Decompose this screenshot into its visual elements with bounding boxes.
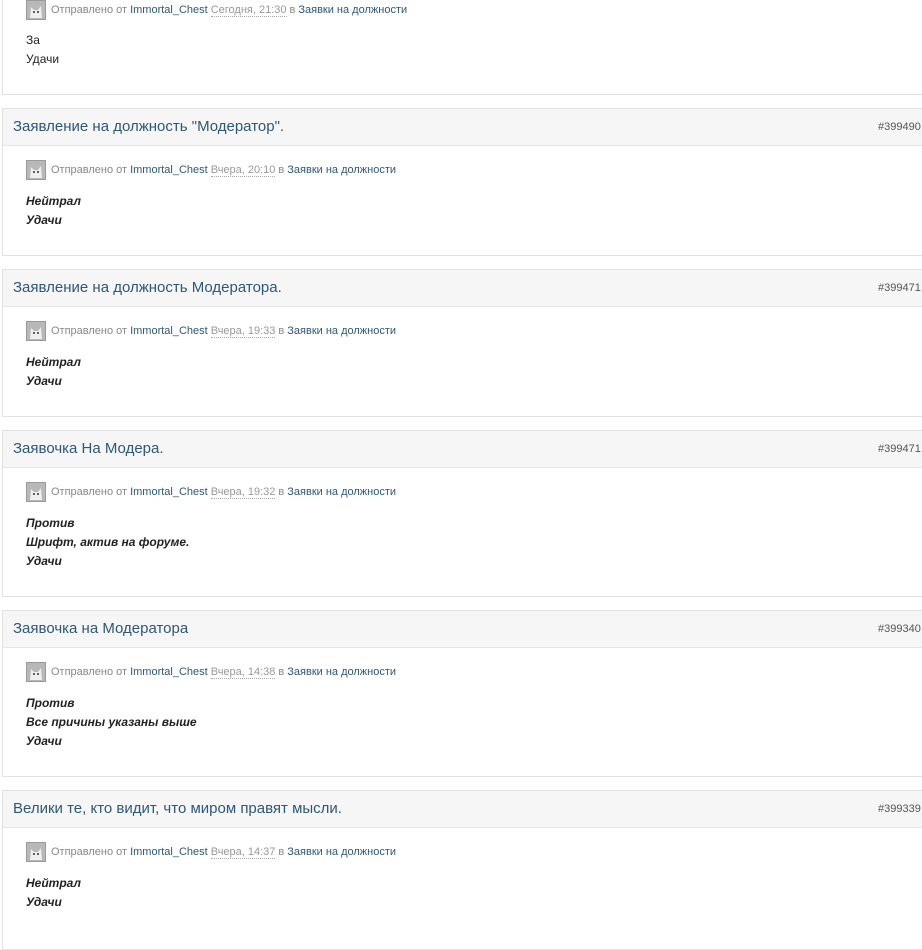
post-title-link[interactable]: Заявление на должность Модератора. — [13, 279, 282, 296]
in-label: в — [278, 486, 285, 498]
post-header: Заявление на должность "Модератор". #399… — [3, 109, 922, 146]
post-meta: Отправлено от Immortal_Chest Вчера, 20:1… — [26, 158, 396, 182]
avatar[interactable] — [26, 0, 46, 20]
post-date[interactable]: Вчера, 20:10 — [210, 164, 276, 177]
post-meta: Отправлено от Immortal_Chest Вчера, 14:3… — [26, 840, 396, 864]
author-link[interactable]: Immortal_Chest — [130, 846, 208, 858]
post-date[interactable]: Вчера, 19:33 — [210, 325, 276, 338]
post-line: Против — [26, 696, 75, 710]
post-line: Шрифт, актив на форуме. — [26, 535, 190, 549]
post-body: Против Все причины указаны выше Удачи — [26, 694, 197, 751]
post-id-link[interactable]: #399471 — [878, 282, 921, 294]
avatar[interactable] — [26, 842, 46, 862]
post-line: Нейтрал — [26, 194, 81, 208]
in-label: в — [278, 325, 285, 337]
post-header: Заявочка на Модератора #399340 — [3, 611, 922, 648]
post-body: Нейтрал Удачи — [26, 353, 81, 391]
post-id-link[interactable]: #399340 — [878, 623, 921, 635]
post-line: Удачи — [26, 52, 60, 66]
post-card: Заявление на должность "Модератор". #399… — [2, 108, 922, 256]
post-line: Удачи — [26, 554, 62, 568]
post-body: За Удачи — [26, 31, 59, 69]
post-line: Нейтрал — [26, 355, 81, 369]
in-label: в — [289, 4, 296, 16]
post-body: Против Шрифт, актив на форуме. Удачи — [26, 514, 189, 571]
sent-by-label: Отправлено от — [51, 164, 128, 176]
post-title-link[interactable]: Велики те, кто видит, что миром правят м… — [13, 800, 342, 817]
in-label: в — [278, 666, 285, 678]
post-date[interactable]: Сегодня, 21:30 — [210, 4, 287, 17]
category-link[interactable]: Заявки на должности — [287, 666, 396, 678]
post-card: Отправлено от Immortal_Chest Сегодня, 21… — [2, 0, 922, 95]
post-card: Заявочка На Модера. #399471 Отправлено о… — [2, 430, 922, 597]
post-date[interactable]: Вчера, 14:37 — [210, 846, 276, 859]
post-header: Заявление на должность Модератора. #3994… — [3, 270, 922, 307]
in-label: в — [278, 164, 285, 176]
author-link[interactable]: Immortal_Chest — [130, 666, 208, 678]
category-link[interactable]: Заявки на должности — [287, 486, 396, 498]
category-link[interactable]: Заявки на должности — [287, 325, 396, 337]
post-meta: Отправлено от Immortal_Chest Вчера, 19:3… — [26, 319, 396, 343]
author-link[interactable]: Immortal_Chest — [130, 325, 208, 337]
post-id-link[interactable]: #399339 — [878, 803, 921, 815]
post-line: Нейтрал — [26, 876, 81, 890]
post-header: Велики те, кто видит, что миром правят м… — [3, 791, 922, 828]
sent-by-label: Отправлено от — [51, 486, 128, 498]
post-title-link[interactable]: Заявление на должность "Модератор". — [13, 118, 284, 135]
post-meta: Отправлено от Immortal_Chest Вчера, 14:3… — [26, 660, 396, 684]
post-card: Заявочка на Модератора #399340 Отправлен… — [2, 610, 922, 777]
author-link[interactable]: Immortal_Chest — [130, 486, 208, 498]
post-line: За — [26, 33, 40, 47]
sent-by-label: Отправлено от — [51, 325, 128, 337]
category-link[interactable]: Заявки на должности — [287, 164, 396, 176]
post-date[interactable]: Вчера, 19:32 — [210, 486, 276, 499]
category-link[interactable]: Заявки на должности — [298, 4, 407, 16]
avatar[interactable] — [26, 482, 46, 502]
post-line: Против — [26, 516, 75, 530]
category-link[interactable]: Заявки на должности — [287, 846, 396, 858]
post-card: Велики те, кто видит, что миром правят м… — [2, 790, 922, 950]
post-body: Нейтрал Удачи — [26, 874, 81, 912]
in-label: в — [278, 846, 285, 858]
post-title-link[interactable]: Заявочка На Модера. — [13, 440, 164, 457]
post-id-link[interactable]: #399490 — [878, 121, 921, 133]
avatar[interactable] — [26, 160, 46, 180]
post-meta: Отправлено от Immortal_Chest Сегодня, 21… — [26, 0, 407, 22]
author-link[interactable]: Immortal_Chest — [130, 4, 208, 16]
author-link[interactable]: Immortal_Chest — [130, 164, 208, 176]
post-line: Удачи — [26, 734, 62, 748]
post-line: Удачи — [26, 213, 62, 227]
post-body: Нейтрал Удачи — [26, 192, 81, 230]
sent-by-label: Отправлено от — [51, 4, 128, 16]
post-date[interactable]: Вчера, 14:38 — [210, 666, 276, 679]
sent-by-label: Отправлено от — [51, 666, 128, 678]
avatar[interactable] — [26, 321, 46, 341]
post-title-link[interactable]: Заявочка на Модератора — [13, 620, 188, 637]
post-card: Заявление на должность Модератора. #3994… — [2, 269, 922, 417]
post-header: Заявочка На Модера. #399471 — [3, 431, 922, 468]
post-id-link[interactable]: #399471 — [878, 443, 921, 455]
sent-by-label: Отправлено от — [51, 846, 128, 858]
avatar[interactable] — [26, 662, 46, 682]
post-line: Все причины указаны выше — [26, 715, 197, 729]
post-line: Удачи — [26, 374, 62, 388]
post-meta: Отправлено от Immortal_Chest Вчера, 19:3… — [26, 480, 396, 504]
post-line: Удачи — [26, 895, 62, 909]
